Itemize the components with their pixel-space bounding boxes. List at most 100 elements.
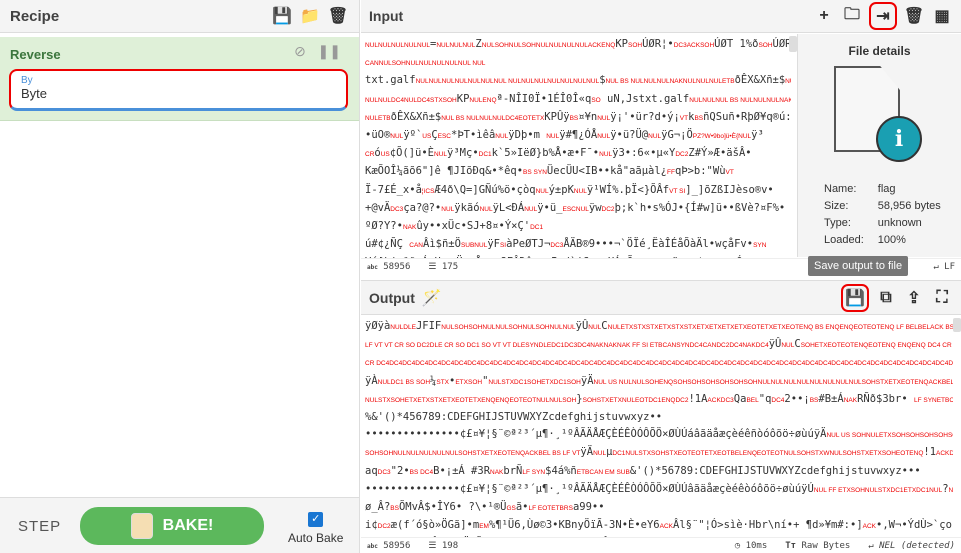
text-line: +@vÄDC3ça?@?•NULÿkãóNULÿL<ÐÁNULÿ•ü_ESCNU…	[365, 200, 787, 218]
load-recipe-folder-icon[interactable]: 📁	[299, 5, 321, 27]
auto-bake-checkbox[interactable]: ✓	[308, 512, 324, 527]
text-line: aqDC3"2•BS DC4B•¡±Á #3RNAKbrÑLF SYN$4á%ñ…	[365, 463, 949, 481]
control-char: NUL	[948, 486, 953, 494]
control-char: NULNULDC4NULDC4STXSOH	[365, 96, 457, 104]
text-segment: %&'()*456789:CDEFGHIJSTUVWXYZcdefghijstu…	[365, 411, 663, 424]
operation-reverse: Reverse ⊘ ❚❚ By Byte	[0, 37, 359, 121]
input-textarea[interactable]: NULNULNULNULNUL=NULNULNULZNULSOHNULSOHNU…	[361, 34, 791, 258]
file-details-title: File details	[848, 44, 911, 58]
reset-layout-icon[interactable]: ▦	[931, 5, 953, 27]
replace-input-icon[interactable]: ⇪	[903, 287, 925, 309]
text-line: CANNULSOHNULNULNULNULNUL NUL	[365, 54, 787, 72]
input-title: Input	[369, 8, 404, 24]
breakpoint-pause-icon[interactable]: ❚❚	[318, 43, 341, 59]
magic-wand-icon[interactable]: 🪄	[421, 287, 443, 309]
output-encoding[interactable]: Tт Raw Bytes	[785, 541, 850, 551]
control-char: DC2	[377, 523, 391, 531]
size-label: Size:	[824, 200, 849, 212]
by-value[interactable]: Byte	[21, 86, 336, 101]
control-char: ACKDC2	[936, 450, 953, 458]
control-char: DC3	[377, 468, 391, 476]
recipe-panel: Recipe 💾 📁 🗑 Reverse ⊘ ❚❚ By Byte STEP B…	[0, 0, 360, 553]
chef-icon	[130, 513, 153, 539]
text-segment: "q	[758, 392, 772, 405]
control-char: DC1NULSTXSOHSTXEOTEOTETXEOTBELENQEOTEOTN…	[612, 450, 830, 458]
bake-button[interactable]: BAKE!	[80, 507, 264, 545]
text-line: NULETBðÊX&Xñ±$NUL BS NULNULNULDC4EOTETXK…	[365, 109, 791, 127]
text-segment: ÿ3•:6«•µ«Y	[612, 147, 676, 160]
text-segment: ÿ•ü?Ü@	[610, 129, 649, 142]
text-segment: ÿF	[487, 238, 500, 251]
input-scrollbar[interactable]	[789, 36, 797, 52]
text-segment: Ï-7£É_x•å	[365, 183, 422, 196]
text-segment: txt.galf	[365, 74, 416, 87]
control-char: SUBNUL	[460, 242, 488, 250]
control-char: DC3	[550, 242, 564, 250]
recipe-header: Recipe 💾 📁 🗑	[0, 0, 359, 33]
text-segment: ø_Â?	[365, 501, 391, 514]
text-segment: KPÛÿ	[544, 110, 570, 123]
save-output-icon[interactable]: 💾	[841, 283, 869, 312]
text-segment: ¢Õ(]ü•È	[389, 147, 435, 160]
output-title: Output	[369, 289, 415, 306]
maximise-output-icon[interactable]: ⛶	[931, 287, 953, 309]
control-char: US	[422, 133, 432, 141]
control-char: NULNULNUL BS NULNULNULNAKNULNUL	[689, 96, 791, 104]
control-char: ETBCAN EM SUB	[576, 468, 630, 476]
open-folder-icon[interactable]: 🗀	[841, 5, 863, 27]
text-segment: ÿ¹WÍ%.þÏ<}ÕÂf	[586, 183, 670, 196]
type-label: Type:	[824, 217, 851, 229]
control-char: NULDLE	[390, 324, 416, 331]
control-char: US	[380, 151, 390, 159]
operation-title: Reverse	[10, 47, 61, 62]
text-segment: ÜecÜU<IB••kå"aãµàl¿	[546, 165, 667, 178]
control-char: LF SYN	[522, 468, 546, 476]
text-segment: ÿL<ÐÁ	[492, 201, 525, 214]
control-char: NUL	[524, 205, 538, 213]
control-char: NUL	[535, 187, 549, 195]
auto-bake-toggle[interactable]: ✓ Auto Bake	[288, 512, 343, 545]
control-char: NUL	[575, 205, 589, 213]
text-line: ºØ?Y?•NAKûy••xÜc•SJ+8¤•Ý×Ç'DC1	[365, 218, 787, 236]
control-char: LF SYNETBCAN EM SUB	[913, 396, 953, 404]
text-segment: ñQSuñ•RþØ¥q®ú:\	[703, 110, 791, 123]
control-char: ESC	[437, 133, 452, 141]
text-segment: !1A	[688, 392, 708, 405]
input-eol[interactable]: ↵ LF	[933, 262, 955, 272]
control-char: NUL	[390, 133, 404, 141]
clear-recipe-trash-icon[interactable]: 🗑	[327, 5, 349, 27]
text-segment: ÿÄ	[580, 374, 594, 387]
input-char-count: abc 58956	[367, 262, 411, 272]
clear-input-trash-icon[interactable]: 🗑	[903, 5, 925, 27]
control-char: NUL	[434, 151, 448, 159]
control-char: GS	[506, 505, 516, 513]
text-segment: ûy••xÜc•SJ+8¤•Ý×Ç'	[416, 220, 531, 233]
copy-output-icon[interactable]: ⧉	[875, 287, 897, 309]
save-recipe-icon[interactable]: 💾	[271, 5, 293, 27]
text-line: ø_Â?BSÕMvÂ$•ÎY6• ?\•¹®ÜGSã•LF EOTETBRSa9…	[365, 499, 949, 517]
text-segment: •••••••••••••••¢£¤¥¦§¨©ª²³´µ¶·¸¹ºÂÃÄÅÆÇÈ…	[365, 428, 827, 441]
control-char: SO	[591, 96, 601, 104]
output-scrollbar[interactable]	[953, 318, 961, 332]
text-segment: RÑð$3br•	[857, 392, 914, 405]
text-segment: uN,Jstxt.galf	[600, 92, 690, 105]
loaded-label: Loaded:	[824, 234, 864, 246]
text-line: NULSTXSOHETXETXSTXETXEOTETXENQENQEOTEOTN…	[365, 391, 953, 409]
name-label: Name:	[824, 183, 857, 195]
control-char: NULNULNULNULNULNULNUL NULNULNULNULNULNUL…	[415, 78, 600, 86]
disable-operation-icon[interactable]: ⊘	[294, 43, 306, 59]
add-tab-plus-icon[interactable]: +	[813, 5, 835, 27]
output-textarea[interactable]: ÿØÿàNULDLEJFIFNULSOHSOHNULNULSOHNULSOHNU…	[361, 316, 953, 538]
text-segment: •üO®	[365, 129, 391, 142]
text-segment: àPeØTJ¬	[506, 238, 551, 251]
step-button[interactable]: STEP	[18, 518, 61, 535]
by-select-field[interactable]: By Byte	[9, 69, 348, 111]
open-file-input-icon[interactable]: ⇥	[869, 2, 897, 30]
output-eol[interactable]: ↵ NEL (detected)	[868, 541, 955, 551]
text-segment: ÿ•ü_	[537, 201, 563, 214]
control-char: NULSTXDC1SOHETXDC1SOH	[488, 378, 581, 386]
control-char: NUL US SOHNULETXSOHSOHSOHSOHSOHSOHSOH	[826, 432, 953, 440]
text-segment: æ(f´ó§ò»ÖGã]•m	[390, 519, 480, 532]
control-char: RS	[563, 505, 573, 513]
control-char: NUL	[599, 151, 613, 159]
